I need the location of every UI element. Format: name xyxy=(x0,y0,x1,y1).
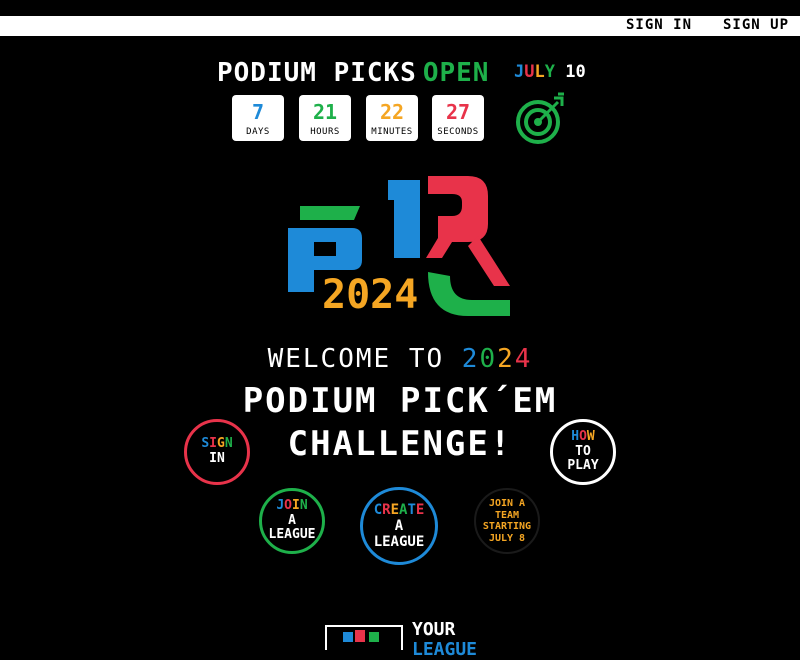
colored-letter: 2 xyxy=(497,344,515,374)
top-strip xyxy=(0,0,800,16)
sign-in-circle-button[interactable]: SIGN IN xyxy=(184,419,250,485)
countdown-days-box: 7 DAYS xyxy=(232,95,284,141)
create-league-line2: A xyxy=(394,517,404,534)
join-team-line2: STARTING xyxy=(482,521,532,532)
date-month: JULY xyxy=(514,62,555,82)
join-team-button[interactable]: JOIN A TEAM STARTING JULY 8 xyxy=(474,488,540,554)
countdown-hours-label: HOURS xyxy=(310,127,340,137)
countdown-hours-value: 21 xyxy=(312,100,338,124)
welcome-prefix: WELCOME TO xyxy=(267,344,462,374)
your-league-line1: YOUR xyxy=(412,619,456,640)
join-team-line3: JULY 8 xyxy=(488,532,526,544)
colored-letter: I xyxy=(209,436,217,452)
colored-letter: 2 xyxy=(461,344,480,374)
how-to-play-line2: TO xyxy=(575,443,591,459)
colored-letter: 0 xyxy=(479,344,498,374)
colored-letter: E xyxy=(415,501,425,518)
date-day: 10 xyxy=(565,62,586,82)
colored-letter: N xyxy=(299,497,308,513)
colored-letter: U xyxy=(524,62,535,82)
colored-letter: Y xyxy=(544,62,555,82)
colored-letter: L xyxy=(534,62,545,82)
countdown-days-label: DAYS xyxy=(246,127,270,137)
colored-letter: 4 xyxy=(514,344,533,374)
your-league-badge-icon xyxy=(325,625,403,650)
join-league-line3: LEAGUE xyxy=(268,527,316,543)
how-to-play-button[interactable]: HOW TO PLAY xyxy=(550,419,616,485)
sign-up-link[interactable]: SIGN UP xyxy=(723,17,789,33)
target-icon xyxy=(516,92,564,144)
headline-line1: PODIUM PICK´EM xyxy=(242,381,558,421)
logo-year: 2024 xyxy=(322,272,418,318)
colored-letter: C xyxy=(373,501,383,518)
colored-letter: W xyxy=(586,428,595,444)
create-league-line3: LEAGUE xyxy=(373,534,425,551)
your-league-heading: YOUR LEAGUE xyxy=(412,620,477,660)
welcome-year: 2024 xyxy=(462,344,533,374)
sign-in-circle-line2: IN xyxy=(209,451,225,466)
join-league-button[interactable]: JOIN A LEAGUE xyxy=(259,488,325,554)
colored-letter: E xyxy=(390,501,399,518)
ppc-logo: 2024 xyxy=(288,176,510,318)
colored-letter: A xyxy=(399,501,408,518)
top-nav: SIGN IN SIGN UP xyxy=(0,16,800,36)
colored-letter: O xyxy=(579,428,587,444)
join-league-line2: A xyxy=(288,512,296,528)
welcome-line: WELCOME TO 2024 xyxy=(0,344,800,374)
countdown-seconds-box: 27 SECONDS xyxy=(432,95,484,141)
create-league-line1: CREATE xyxy=(374,502,425,518)
countdown-hours-box: 21 HOURS xyxy=(299,95,351,141)
open-date: JULY 10 xyxy=(514,62,586,82)
sign-in-circle-line1: SIGN xyxy=(201,436,233,452)
join-league-line1: JOIN xyxy=(276,497,308,514)
countdown-minutes-box: 22 MINUTES xyxy=(366,95,418,141)
countdown-seconds-label: SECONDS xyxy=(437,127,479,137)
colored-letter: R xyxy=(382,501,391,518)
create-league-button[interactable]: CREATE A LEAGUE xyxy=(360,487,438,565)
colored-letter: T xyxy=(407,501,416,518)
headline-line2: CHALLENGE! xyxy=(287,424,513,464)
countdown-seconds-value: 27 xyxy=(445,100,471,124)
how-to-play-line3: PLAY xyxy=(567,458,599,474)
open-status: OPEN xyxy=(422,58,490,88)
sign-in-link[interactable]: SIGN IN xyxy=(626,17,692,33)
countdown-days-value: 7 xyxy=(251,100,265,124)
colored-letter: J xyxy=(276,497,285,513)
join-team-line1: JOIN A TEAM xyxy=(488,498,526,521)
colored-letter: O xyxy=(284,497,292,513)
countdown-minutes-value: 22 xyxy=(379,100,405,124)
colored-letter: I xyxy=(292,497,300,513)
colored-letter: J xyxy=(514,62,525,82)
colored-letter: G xyxy=(217,436,225,452)
how-to-play-line1: HOW xyxy=(571,428,595,445)
your-league-line2: LEAGUE xyxy=(412,639,478,660)
countdown-title: PODIUM PICKS OPEN xyxy=(217,58,489,88)
colored-letter: N xyxy=(224,436,233,452)
colored-letter: H xyxy=(571,428,580,444)
podium-picks-label: PODIUM PICKS xyxy=(217,58,417,88)
countdown-minutes-label: MINUTES xyxy=(371,127,413,137)
colored-letter: S xyxy=(201,436,210,452)
